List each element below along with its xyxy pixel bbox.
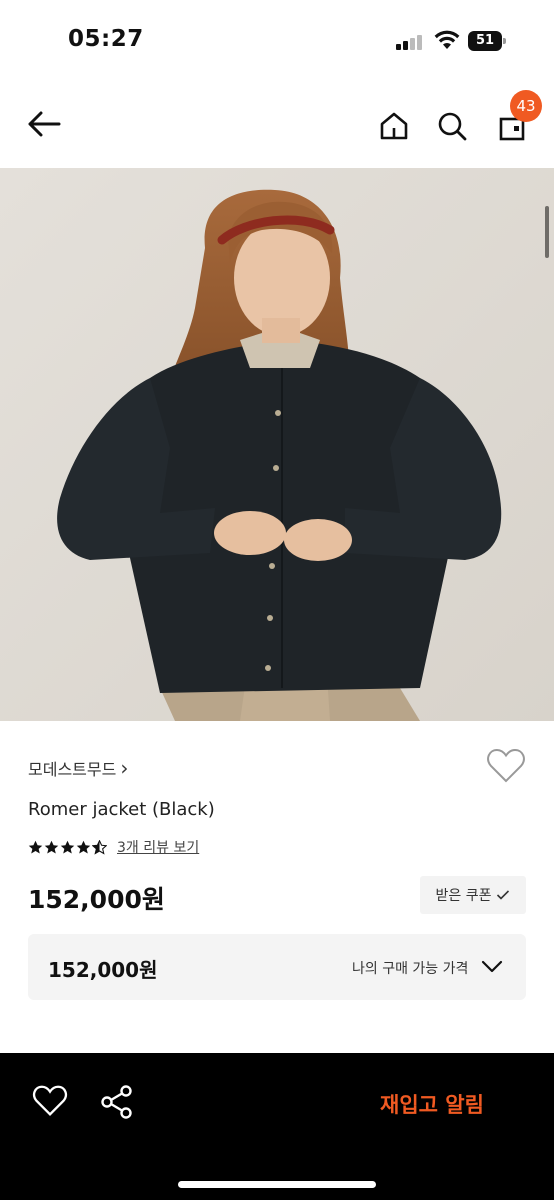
product-photo[interactable]	[0, 168, 554, 721]
product-name: Romer jacket (Black)	[28, 799, 215, 820]
rating-row: 3개 리뷰 보기	[28, 836, 199, 858]
review-link[interactable]: 3개 리뷰 보기	[117, 837, 199, 857]
share-icon[interactable]	[100, 1085, 136, 1121]
signal-icon	[396, 34, 424, 50]
product-price: 152,000원	[28, 885, 165, 914]
coupon-label: 받은 쿠폰	[435, 888, 492, 904]
star-icon	[76, 840, 91, 853]
brand-name: 모데스트무드	[28, 760, 117, 779]
wifi-icon	[434, 30, 460, 50]
status-bar: 05:27 51	[0, 0, 554, 84]
heart-icon[interactable]	[32, 1085, 68, 1121]
cart-count-badge: 43	[510, 90, 542, 122]
star-icon	[44, 840, 59, 853]
my-price-label: 나의 구매 가능 가격	[352, 961, 469, 977]
my-price-value: 152,000원	[48, 958, 158, 982]
search-icon[interactable]	[432, 106, 472, 146]
bottom-action-bar: 재입고 알림	[0, 1053, 554, 1200]
checkmark-icon	[497, 890, 510, 900]
restock-alert-button[interactable]: 재입고 알림	[380, 1089, 484, 1119]
top-nav-bar: 43	[0, 84, 554, 168]
chevron-right-icon: ›	[120, 756, 129, 780]
star-icon	[60, 840, 75, 853]
status-time: 05:27	[68, 26, 144, 52]
received-coupon-button[interactable]: 받은 쿠폰	[420, 876, 526, 914]
battery-level: 51	[475, 33, 495, 48]
star-rating	[28, 839, 107, 855]
heart-icon[interactable]	[486, 748, 526, 788]
brand-link[interactable]: 모데스트무드 ›	[28, 756, 128, 780]
home-icon[interactable]	[374, 106, 414, 146]
half-star-icon	[92, 839, 107, 855]
my-price-panel[interactable]: 152,000원 나의 구매 가능 가격	[28, 934, 526, 1000]
image-scroll-indicator	[545, 206, 549, 258]
star-icon	[28, 840, 43, 853]
arrow-left-icon[interactable]	[24, 104, 64, 144]
chevron-down-icon[interactable]	[480, 956, 504, 978]
battery-icon: 51	[468, 31, 506, 51]
home-indicator	[178, 1181, 376, 1188]
